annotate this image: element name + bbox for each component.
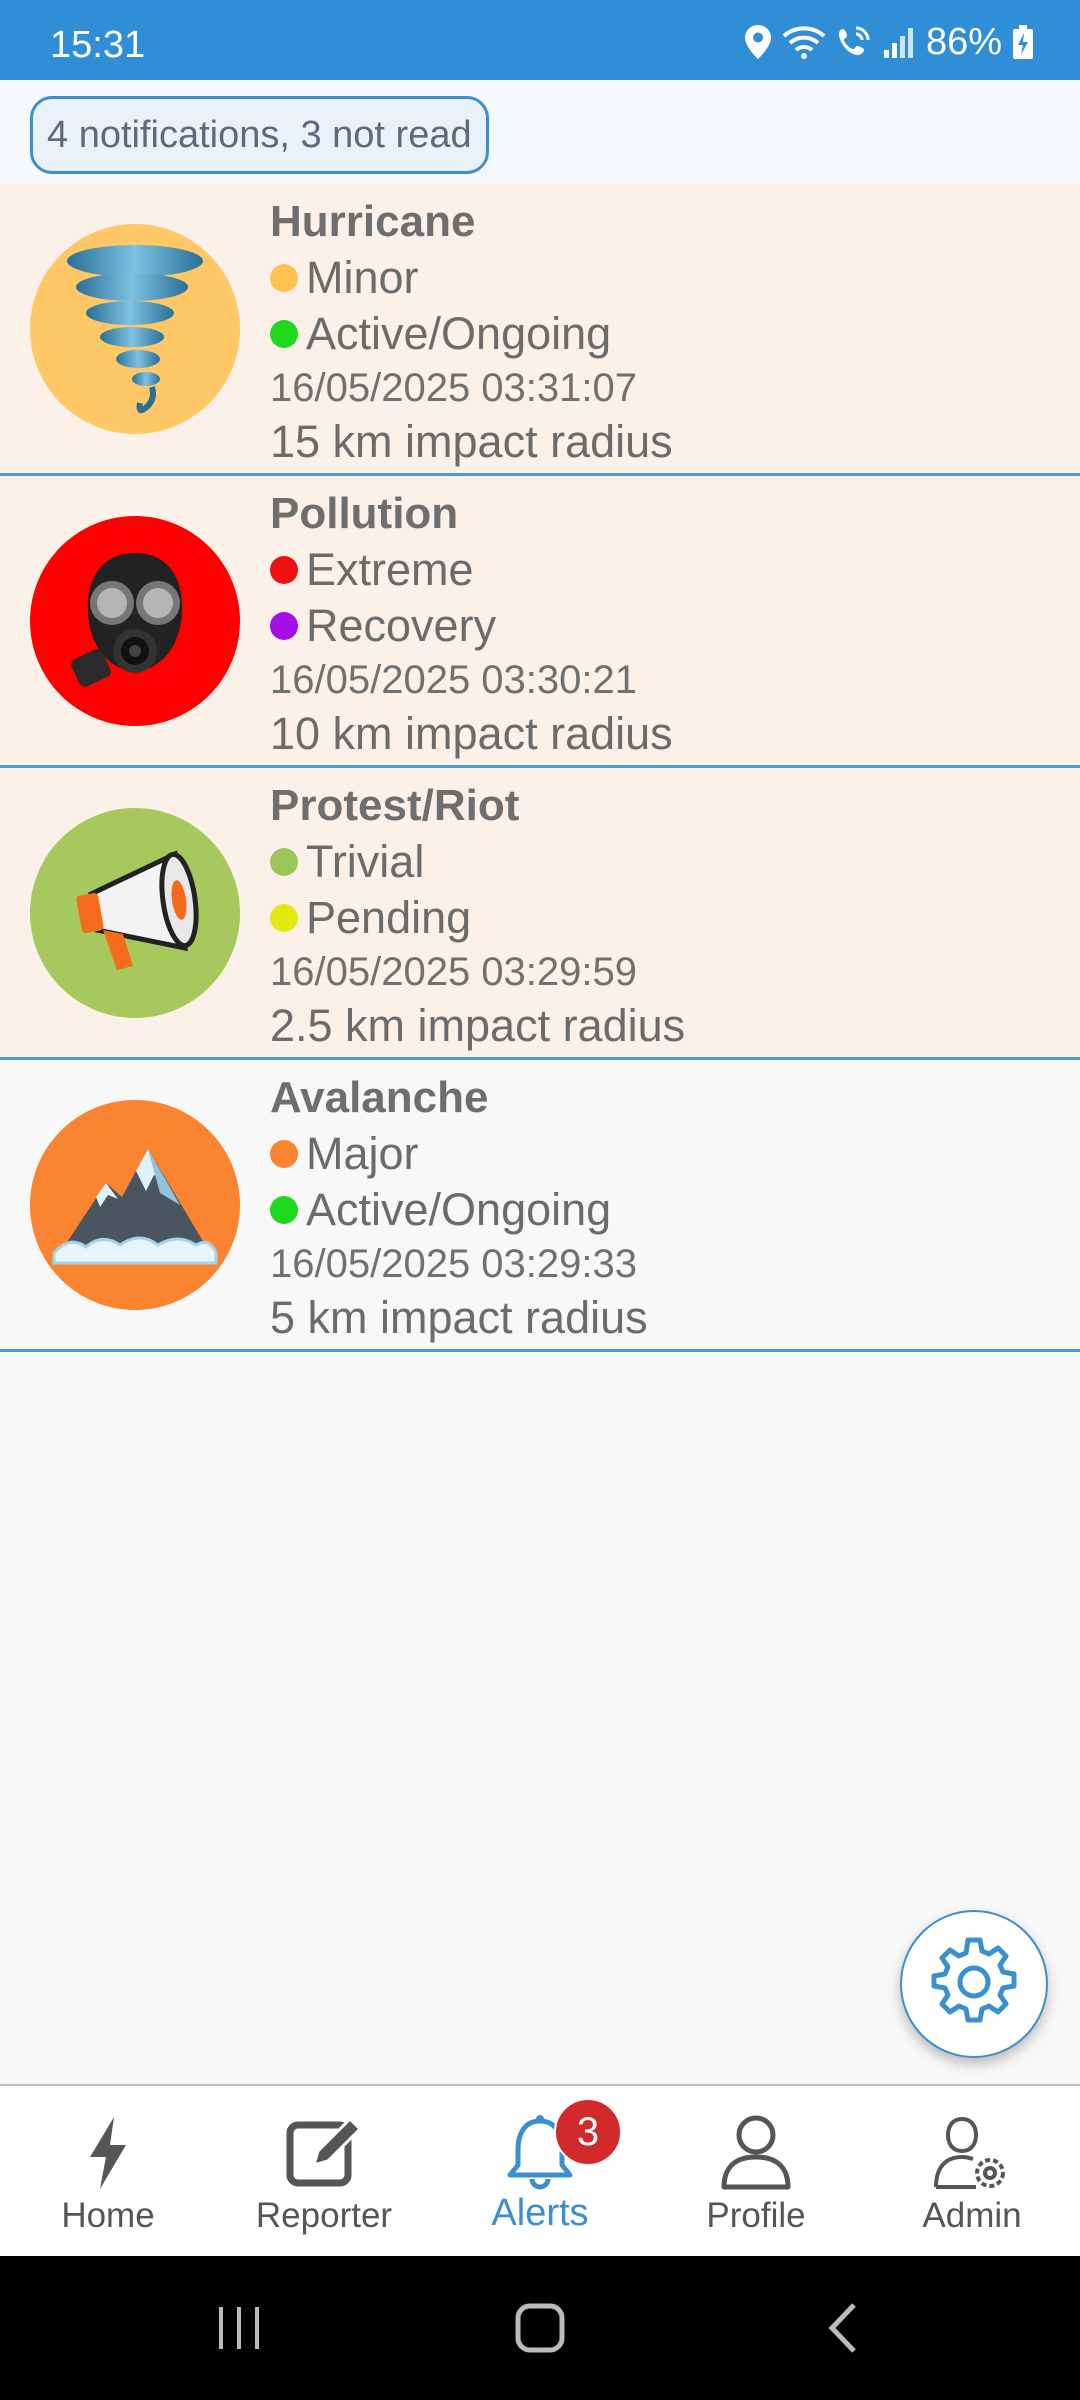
alert-timestamp: 16/05/2025 03:31:07	[270, 366, 638, 410]
status-dot	[270, 1196, 298, 1224]
snowy-mountain-icon	[30, 1100, 240, 1310]
status-label: Recovery	[306, 600, 497, 651]
alert-details: Hurricane Minor Active/Ongoing 16/05/202…	[270, 194, 1060, 470]
battery-level: 86%	[925, 20, 1002, 63]
wifi-call-icon	[836, 24, 872, 60]
tornado-icon	[30, 224, 240, 434]
nav-home[interactable]: Home	[0, 2086, 216, 2256]
nav-admin[interactable]: Admin	[864, 2086, 1080, 2256]
alert-card-avalanche[interactable]: Avalanche Major Active/Ongoing 16/05/202…	[0, 1060, 1080, 1352]
user-icon	[711, 2108, 801, 2198]
status-dot	[270, 612, 298, 640]
alerts-header: 4 notifications, 3 not read	[0, 80, 1080, 184]
alert-title: Avalanche	[270, 1073, 489, 1122]
signal-icon	[882, 24, 916, 60]
alert-status: Active/Ongoing	[270, 1182, 1060, 1238]
battery-charging-icon	[1012, 24, 1034, 60]
alert-status: Pending	[270, 890, 1060, 946]
alert-title: Protest/Riot	[270, 781, 520, 830]
severity-label: Major	[306, 1128, 419, 1179]
nav-label: Home	[61, 2196, 155, 2235]
severity-dot	[270, 264, 298, 292]
severity-dot	[270, 848, 298, 876]
alerts-badge: 3	[554, 2098, 622, 2166]
alert-title: Pollution	[270, 489, 459, 538]
alert-severity: Minor	[270, 250, 1060, 306]
nav-reporter[interactable]: Reporter	[216, 2086, 432, 2256]
status-icons: 86%	[744, 20, 1034, 64]
status-dot	[270, 320, 298, 348]
back-button[interactable]	[804, 2298, 884, 2358]
status-label: Active/Ongoing	[306, 308, 612, 359]
alert-status: Active/Ongoing	[270, 306, 1060, 362]
status-label: Pending	[306, 892, 472, 943]
notifications-summary-chip[interactable]: 4 notifications, 3 not read	[30, 96, 489, 174]
alert-list: Hurricane Minor Active/Ongoing 16/05/202…	[0, 184, 1080, 1352]
admin-icon	[927, 2108, 1017, 2198]
location-icon	[744, 24, 772, 60]
system-navigation-bar	[0, 2256, 1080, 2400]
alert-radius: 10 km impact radius	[270, 708, 673, 759]
alert-status: Recovery	[270, 598, 1060, 654]
alert-radius: 2.5 km impact radius	[270, 1000, 686, 1051]
edit-icon	[279, 2108, 369, 2198]
alert-severity: Trivial	[270, 834, 1060, 890]
severity-label: Extreme	[306, 544, 474, 595]
nav-label: Admin	[922, 2196, 1022, 2235]
alert-details: Protest/Riot Trivial Pending 16/05/2025 …	[270, 778, 1060, 1054]
home-square-icon	[515, 2303, 565, 2353]
nav-label: Reporter	[255, 2196, 393, 2235]
nav-label: Profile	[706, 2196, 806, 2235]
alert-radius: 15 km impact radius	[270, 416, 673, 467]
nav-profile[interactable]: Profile	[648, 2086, 864, 2256]
severity-dot	[270, 556, 298, 584]
alert-timestamp: 16/05/2025 03:30:21	[270, 658, 638, 702]
nav-alerts[interactable]: 3 Alerts	[432, 2086, 648, 2256]
status-label: Active/Ongoing	[306, 1184, 612, 1235]
severity-label: Trivial	[306, 836, 425, 887]
bottom-navigation: Home Reporter 3 Alerts Profile Admin	[0, 2084, 1080, 2256]
alert-card-hurricane[interactable]: Hurricane Minor Active/Ongoing 16/05/202…	[0, 184, 1080, 476]
alert-radius: 5 km impact radius	[270, 1292, 648, 1343]
alert-details: Pollution Extreme Recovery 16/05/2025 03…	[270, 486, 1060, 762]
settings-button[interactable]	[900, 1910, 1048, 2058]
status-dot	[270, 904, 298, 932]
severity-dot	[270, 1140, 298, 1168]
status-time: 15:31	[50, 24, 146, 66]
nav-label: Alerts	[491, 2192, 589, 2234]
status-bar: 15:31 86%	[0, 0, 1080, 80]
gas-mask-icon	[30, 516, 240, 726]
wifi-icon	[782, 24, 826, 60]
lightning-icon	[63, 2108, 153, 2198]
home-button[interactable]	[500, 2298, 580, 2358]
megaphone-icon	[30, 808, 240, 1018]
recent-apps-icon	[219, 2307, 259, 2349]
alert-details: Avalanche Major Active/Ongoing 16/05/202…	[270, 1070, 1060, 1346]
gear-icon	[926, 1934, 1022, 2035]
recent-apps-button[interactable]	[200, 2298, 280, 2358]
alert-card-pollution[interactable]: Pollution Extreme Recovery 16/05/2025 03…	[0, 476, 1080, 768]
alert-severity: Extreme	[270, 542, 1060, 598]
alert-timestamp: 16/05/2025 03:29:33	[270, 1242, 638, 1286]
severity-label: Minor	[306, 252, 419, 303]
alert-severity: Major	[270, 1126, 1060, 1182]
alert-timestamp: 16/05/2025 03:29:59	[270, 950, 638, 994]
back-chevron-icon	[828, 2303, 856, 2353]
alert-card-protest-riot[interactable]: Protest/Riot Trivial Pending 16/05/2025 …	[0, 768, 1080, 1060]
alert-title: Hurricane	[270, 197, 476, 246]
